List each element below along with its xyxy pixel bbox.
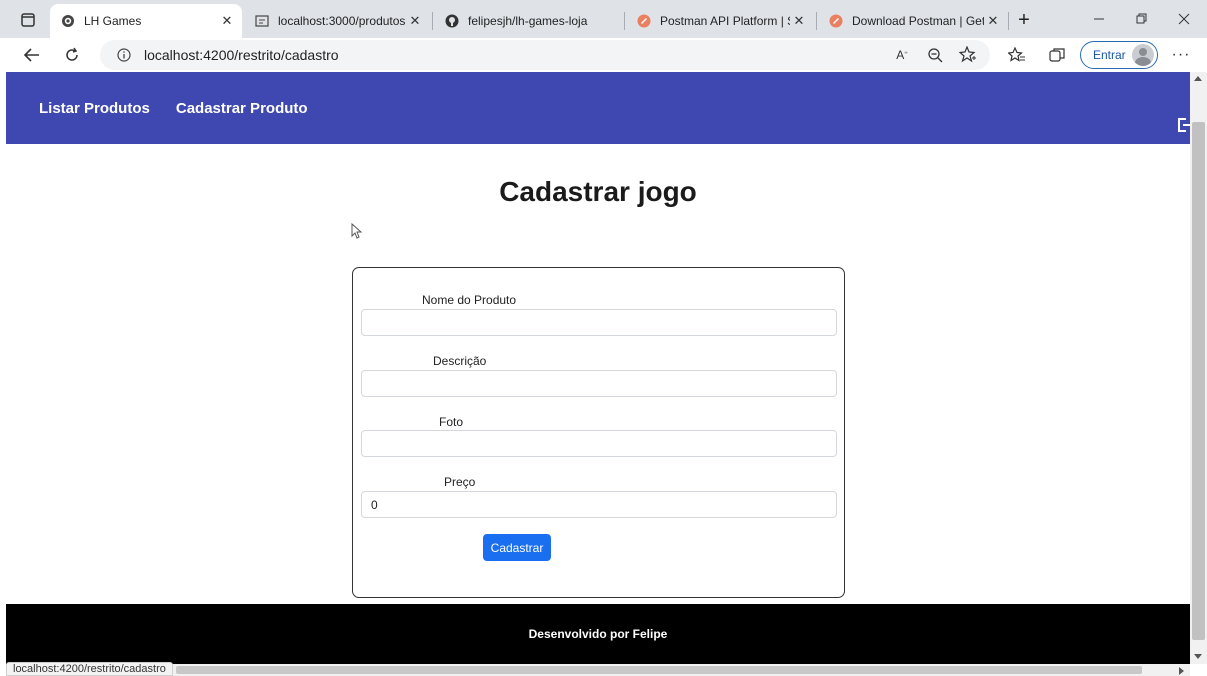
close-tab-icon[interactable]: ✕ bbox=[984, 12, 1002, 30]
tab-postman-download[interactable]: Download Postman | Get S ✕ bbox=[818, 4, 1008, 38]
refresh-icon[interactable] bbox=[58, 42, 86, 68]
nome-do-produto-input[interactable] bbox=[361, 309, 837, 336]
tab-produtos[interactable]: localhost:3000/produtos ✕ bbox=[244, 4, 430, 38]
zoom-out-icon[interactable] bbox=[924, 44, 946, 66]
foto-input[interactable] bbox=[361, 430, 837, 457]
tab-strip: LH Games ✕ localhost:3000/produtos ✕ fel… bbox=[0, 0, 1207, 38]
page-title: Cadastrar jogo bbox=[499, 176, 697, 207]
nav-link-cadastrar-produto[interactable]: Cadastrar Produto bbox=[176, 100, 308, 117]
browser-toolbar: localhost:4200/restrito/cadastro A ʼʼ Ent… bbox=[0, 38, 1207, 72]
label-preco: Preço bbox=[444, 475, 476, 489]
footer-text: Desenvolvido por Felipe bbox=[528, 627, 668, 641]
tab-github[interactable]: felipesjh/lh-games-loja bbox=[434, 4, 622, 38]
address-bar[interactable]: localhost:4200/restrito/cadastro bbox=[100, 40, 990, 70]
label-nome-do-produto: Nome do Produto bbox=[422, 293, 517, 307]
vertical-scrollbar[interactable] bbox=[1190, 72, 1207, 664]
tab-label: felipesjh/lh-games-loja bbox=[468, 14, 588, 28]
tab-label: Download Postman | Get S bbox=[852, 14, 984, 28]
tab-actions-icon[interactable] bbox=[14, 8, 42, 32]
close-window-icon[interactable] bbox=[1169, 6, 1199, 32]
restore-icon[interactable] bbox=[1126, 6, 1156, 32]
sign-in-label: Entrar bbox=[1093, 48, 1126, 62]
angular-icon bbox=[60, 13, 76, 29]
label-foto: Foto bbox=[439, 415, 464, 429]
sign-in-button[interactable]: Entrar bbox=[1080, 41, 1158, 69]
close-tab-icon[interactable]: ✕ bbox=[406, 12, 424, 30]
scroll-down-icon[interactable] bbox=[1194, 654, 1202, 659]
read-aloud-icon[interactable]: A ʼʼ bbox=[891, 44, 913, 66]
page-icon bbox=[254, 13, 270, 29]
github-icon bbox=[444, 13, 460, 29]
mouse-cursor-icon bbox=[351, 222, 363, 239]
page-viewport: Listar Produtos Cadastrar Produto Cadast… bbox=[6, 72, 1190, 664]
label-descricao: Descrição bbox=[433, 354, 487, 368]
scroll-right-icon[interactable] bbox=[1179, 667, 1184, 675]
scrollbar-thumb[interactable] bbox=[176, 666, 1142, 674]
horizontal-scrollbar[interactable] bbox=[6, 664, 1190, 676]
tab-label: LH Games bbox=[84, 14, 142, 28]
url-text[interactable]: localhost:4200/restrito/cadastro bbox=[144, 47, 339, 63]
tab-label: Postman API Platform | Sig bbox=[660, 14, 790, 28]
status-url: localhost:4200/restrito/cadastro bbox=[6, 662, 173, 676]
tab-divider bbox=[624, 12, 625, 30]
close-tab-icon[interactable]: ✕ bbox=[790, 12, 808, 30]
back-icon[interactable] bbox=[18, 42, 46, 68]
tab-divider bbox=[816, 12, 817, 30]
scroll-up-icon[interactable] bbox=[1194, 76, 1202, 81]
minimize-icon[interactable] bbox=[1084, 6, 1114, 32]
product-form: Nome do Produto Descrição Foto Preço Cad… bbox=[352, 267, 845, 598]
add-favorite-icon[interactable] bbox=[957, 44, 979, 66]
more-options-icon[interactable]: ··· bbox=[1170, 44, 1192, 66]
tab-lh-games[interactable]: LH Games ✕ bbox=[50, 4, 242, 38]
app-navbar: Listar Produtos Cadastrar Produto bbox=[6, 72, 1190, 144]
tab-label: localhost:3000/produtos bbox=[278, 14, 406, 28]
postman-icon bbox=[636, 13, 652, 29]
cadastrar-button[interactable]: Cadastrar bbox=[483, 534, 551, 561]
preco-input[interactable] bbox=[361, 491, 837, 518]
site-info-icon[interactable] bbox=[116, 47, 132, 63]
avatar bbox=[1132, 44, 1154, 66]
postman-icon bbox=[828, 13, 844, 29]
tab-divider bbox=[432, 12, 433, 30]
logout-icon[interactable] bbox=[1178, 118, 1190, 132]
collections-icon[interactable] bbox=[1046, 44, 1070, 66]
tab-postman-platform[interactable]: Postman API Platform | Sig ✕ bbox=[626, 4, 814, 38]
new-tab-icon[interactable]: + bbox=[1012, 8, 1036, 32]
close-tab-icon[interactable]: ✕ bbox=[218, 12, 236, 30]
tab-divider bbox=[1008, 12, 1009, 30]
favorites-icon[interactable] bbox=[1005, 44, 1029, 66]
page-footer: Desenvolvido por Felipe bbox=[6, 604, 1190, 664]
nav-link-listar-produtos[interactable]: Listar Produtos bbox=[39, 100, 150, 117]
descricao-input[interactable] bbox=[361, 370, 837, 397]
scrollbar-thumb[interactable] bbox=[1192, 122, 1205, 640]
